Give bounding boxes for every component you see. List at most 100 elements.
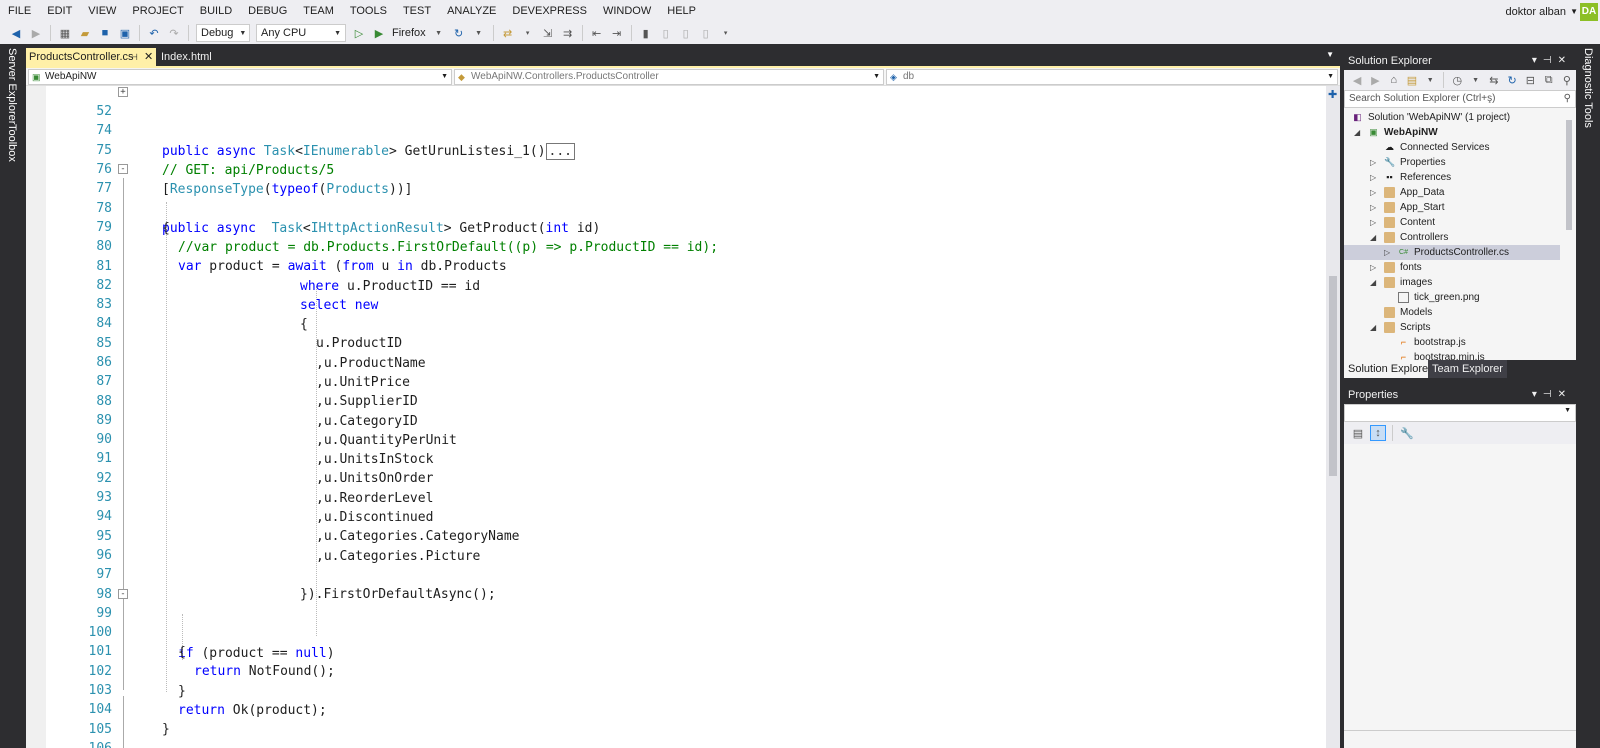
menu-debug[interactable]: DEBUG (240, 0, 295, 22)
user-dropdown-icon[interactable]: ▼ (1570, 0, 1578, 24)
forward-icon[interactable]: ▶ (28, 25, 44, 41)
pin-icon[interactable]: ⊣ (130, 48, 138, 66)
tree-item-scripts[interactable]: ◢ Scripts (1344, 320, 1560, 335)
collapsed-arrow-icon[interactable]: ▷ (1370, 185, 1376, 200)
tree-item-references[interactable]: ▷ ▪▪ References (1344, 170, 1560, 185)
redo-icon[interactable]: ↷ (166, 25, 182, 41)
close-icon[interactable]: ✕ (144, 48, 153, 66)
tree-item-models[interactable]: Models (1344, 305, 1560, 320)
solution-platform-select[interactable]: Any CPU ▼ (256, 24, 346, 42)
bookmark-icon[interactable]: ▮ (638, 25, 654, 41)
tree-item-content[interactable]: ▷ Content (1344, 215, 1560, 230)
avatar[interactable]: DA (1580, 3, 1598, 21)
collapsed-arrow-icon[interactable]: ▷ (1370, 155, 1376, 170)
type-dropdown[interactable]: ◆ WebApiNW.Controllers.ProductsControlle… (454, 69, 884, 85)
tab-products-controller[interactable]: ProductsController.cs ⊣ ✕ (26, 48, 156, 66)
chevron-down-icon[interactable]: ▼ (431, 25, 447, 41)
collapse-outline-icon[interactable]: - (118, 164, 128, 174)
tree-item-app-data[interactable]: ▷ App_Data (1344, 185, 1560, 200)
server-explorer-tab[interactable]: Server Explorer (6, 48, 18, 124)
decrease-indent-icon[interactable]: ⇤ (589, 25, 605, 41)
menu-build[interactable]: BUILD (192, 0, 240, 22)
chevron-down-icon[interactable]: ▼ (1468, 72, 1482, 88)
increase-indent-icon[interactable]: ⇥ (609, 25, 625, 41)
save-icon[interactable]: ■ (97, 25, 113, 41)
tree-item-connected-services[interactable]: ☁ Connected Services (1344, 140, 1560, 155)
expanded-arrow-icon[interactable]: ◢ (1354, 125, 1360, 140)
tree-item-controllers[interactable]: ◢ Controllers (1344, 230, 1560, 245)
expand-outline-icon[interactable]: + (118, 87, 128, 97)
code-editor[interactable]: 52 + public async Task<IEnumerable> GetU… (26, 86, 1326, 748)
tab-team-explorer[interactable]: Team Explorer (1428, 360, 1507, 378)
chevron-down-icon[interactable]: ▼ (1326, 50, 1334, 59)
tree-item-fonts[interactable]: ▷ fonts (1344, 260, 1560, 275)
expanded-arrow-icon[interactable]: ◢ (1370, 275, 1376, 290)
refresh-icon[interactable]: ↻ (451, 25, 467, 41)
back-icon[interactable]: ◀ (1350, 72, 1364, 88)
start-browser-label[interactable]: Firefox (392, 27, 426, 39)
overflow-icon[interactable]: ▾ (718, 25, 734, 41)
menu-devexpress[interactable]: DEVEXPRESS (504, 0, 595, 22)
start-without-debugging-icon[interactable]: ▷ (351, 25, 367, 41)
collapsed-arrow-icon[interactable]: ▷ (1370, 200, 1376, 215)
menu-view[interactable]: VIEW (80, 0, 124, 22)
forward-icon[interactable]: ▶ (1368, 72, 1382, 88)
collapsed-arrow-icon[interactable]: ▷ (1370, 170, 1376, 185)
new-project-icon[interactable]: ▦ (57, 25, 73, 41)
collapse-all-icon[interactable]: ⊟ (1523, 72, 1537, 88)
back-icon[interactable]: ◀ (8, 25, 24, 41)
project-dropdown[interactable]: ▣ WebApiNW ▼ (28, 69, 452, 85)
menu-team[interactable]: TEAM (295, 0, 342, 22)
step-over-icon[interactable]: ⇉ (560, 25, 576, 41)
tree-item-images[interactable]: ◢ images (1344, 275, 1560, 290)
tree-item-solution[interactable]: ◧ Solution 'WebApiNW' (1 project) (1344, 110, 1560, 125)
start-icon[interactable]: ▶ (371, 25, 387, 41)
scrollbar-thumb[interactable] (1566, 120, 1572, 230)
tree-item-bootstrap-min-js[interactable]: ⌐ bootstrap.min.js (1344, 350, 1560, 360)
tab-solution-explorer[interactable]: Solution Explorer (1344, 360, 1436, 378)
undo-icon[interactable]: ↶ (146, 25, 162, 41)
properties-object-select[interactable]: ▼ (1344, 404, 1576, 422)
overflow-icon[interactable]: ▾ (520, 25, 536, 41)
tree-item-app-start[interactable]: ▷ App_Start (1344, 200, 1560, 215)
chevron-down-icon[interactable]: ▼ (1423, 72, 1437, 88)
editor-vertical-scrollbar[interactable]: ✚ (1326, 86, 1340, 748)
solution-configuration-select[interactable]: Debug ▼ (196, 24, 250, 42)
diagnostic-tools-tab[interactable]: Diagnostic Tools (1582, 48, 1594, 128)
user-name[interactable]: doktor alban (1505, 0, 1566, 24)
search-icon[interactable]: ⚲ (1564, 91, 1571, 107)
wrench-icon[interactable]: 🔧 (1399, 425, 1415, 441)
home-icon[interactable]: ⌂ (1387, 72, 1401, 88)
menu-tools[interactable]: TOOLS (342, 0, 395, 22)
window-position-icon[interactable]: ▾⊣✕ (1532, 386, 1572, 404)
tree-item-tick-green[interactable]: tick_green.png (1344, 290, 1560, 305)
solution-explorer-search-input[interactable]: Search Solution Explorer (Ctrl+ş) ⚲ (1344, 90, 1576, 108)
collapsed-arrow-icon[interactable]: ▷ (1370, 215, 1376, 230)
show-all-files-icon[interactable]: ⧉ (1542, 72, 1556, 88)
pending-changes-filter-icon[interactable]: ◷ (1450, 72, 1464, 88)
open-file-icon[interactable]: ▰ (77, 25, 93, 41)
menu-edit[interactable]: EDIT (39, 0, 80, 22)
tab-index-html[interactable]: Index.html (158, 48, 238, 66)
collapse-outline-icon[interactable]: - (118, 589, 128, 599)
menu-help[interactable]: HELP (659, 0, 704, 22)
scrollbar-thumb[interactable] (1329, 276, 1337, 476)
collapsed-arrow-icon[interactable]: ▷ (1384, 245, 1390, 260)
menu-analyze[interactable]: ANALYZE (439, 0, 504, 22)
categorized-icon[interactable]: ▤ (1350, 425, 1366, 441)
next-bookmark-icon[interactable]: ▯ (678, 25, 694, 41)
menu-file[interactable]: FILE (0, 0, 39, 22)
menu-test[interactable]: TEST (395, 0, 439, 22)
sync-with-active-document-icon[interactable]: ⇆ (1487, 72, 1501, 88)
menu-project[interactable]: PROJECT (124, 0, 191, 22)
collapsed-arrow-icon[interactable]: ▷ (1370, 260, 1376, 275)
tree-item-products-controller[interactable]: ▷ C# ProductsController.cs (1344, 245, 1560, 260)
step-into-icon[interactable]: ⇲ (540, 25, 556, 41)
save-all-icon[interactable]: ▣ (117, 25, 133, 41)
toolbox-tab[interactable]: Toolbox (6, 124, 18, 162)
tree-item-bootstrap-js[interactable]: ⌐ bootstrap.js (1344, 335, 1560, 350)
alphabetical-icon[interactable]: ↕ (1370, 425, 1386, 441)
tree-item-properties[interactable]: ▷ 🔧 Properties (1344, 155, 1560, 170)
window-position-icon[interactable]: ▾⊣✕ (1532, 52, 1572, 70)
tree-item-project[interactable]: ◢ ▣ WebApiNW (1344, 125, 1560, 140)
